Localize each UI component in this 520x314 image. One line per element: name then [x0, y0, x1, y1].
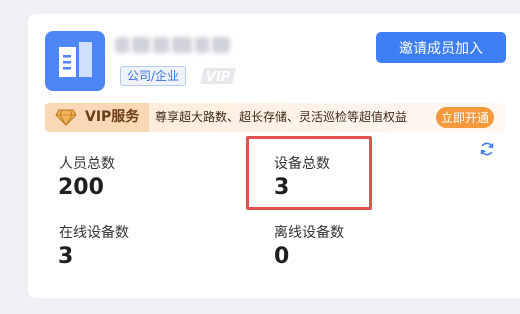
online-devices-value: 3	[58, 244, 74, 269]
offline-devices-value: 0	[274, 244, 290, 269]
members-total-value: 200	[58, 175, 104, 200]
vip-service-title: VIP服务	[85, 109, 140, 125]
offline-devices-label: 离线设备数	[274, 225, 344, 241]
devices-total-highlight	[246, 136, 372, 210]
company-logo	[45, 31, 105, 91]
open-vip-button[interactable]: 立即开通	[436, 107, 494, 128]
vip-mark-icon: VIP	[200, 68, 236, 85]
refresh-icon[interactable]	[479, 141, 495, 157]
company-name-redacted	[115, 30, 245, 60]
vip-badge: VIP	[200, 66, 240, 86]
building-icon	[59, 42, 92, 77]
vip-mark-text: VIP	[206, 70, 231, 85]
members-total-label: 人员总数	[59, 156, 115, 172]
online-devices-label: 在线设备数	[59, 225, 129, 241]
vip-service-bar: VIP服务 尊享超大路数、超长存储、灵活巡检等超值权益 立即开通	[45, 103, 505, 132]
company-type-tag: 公司/企业	[120, 66, 187, 86]
vip-service-description: 尊享超大路数、超长存储、灵活巡检等超值权益	[155, 110, 408, 124]
diamond-icon	[55, 109, 77, 126]
invite-member-button[interactable]: 邀请成员加入	[376, 32, 506, 63]
